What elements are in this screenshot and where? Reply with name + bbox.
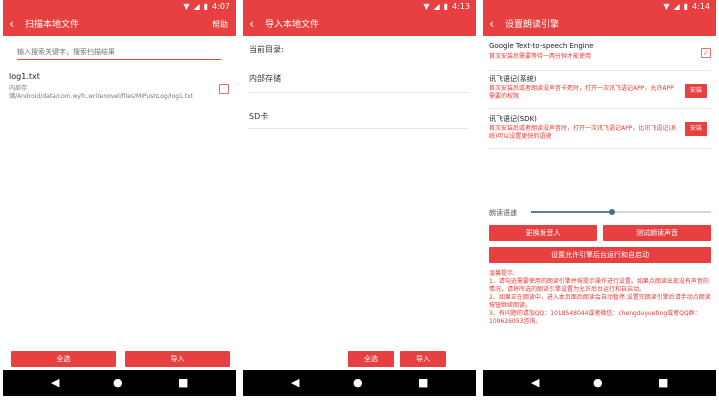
nav-home-icon[interactable]: ● bbox=[593, 376, 603, 389]
back-arrow-icon[interactable]: ‹ bbox=[489, 14, 494, 36]
signal-icon: ◢ bbox=[193, 2, 200, 11]
divider bbox=[489, 70, 711, 71]
navigation-bar: ◀ ● ■ bbox=[483, 370, 716, 396]
engine-title: Google Text-to-speech Engine bbox=[489, 42, 594, 50]
app-bar: ‹ 扫描本地文件 帮助 bbox=[3, 14, 236, 36]
select-all-button[interactable]: 全选 bbox=[11, 351, 116, 367]
current-directory-label: 当前目录: bbox=[249, 45, 284, 54]
screen-scan-local-files: ▼ ◢ ▮ 4:07 ‹ 扫描本地文件 帮助 log1.txt 内部存储/And… bbox=[3, 0, 236, 396]
engine-option-xunfei-sdk[interactable]: 讯飞语记(SDK) 首次安装后或者朗读没声音时，打开一次讯飞语记APP，比讯飞语… bbox=[489, 114, 711, 148]
tips-title: 温馨提示: bbox=[489, 270, 516, 277]
file-name: log1.txt bbox=[9, 72, 40, 81]
divider bbox=[249, 128, 469, 129]
divider bbox=[489, 148, 711, 149]
nav-back-icon[interactable]: ◀ bbox=[531, 376, 539, 389]
test-voice-button[interactable]: 测试朗读声音 bbox=[603, 225, 711, 241]
divider bbox=[249, 92, 469, 93]
engine-description: 首次安装后需要等待一两分钟才能使用 bbox=[489, 53, 592, 60]
nav-recent-icon[interactable]: ■ bbox=[418, 376, 428, 389]
app-bar: ‹ 导入本地文件 bbox=[243, 14, 476, 36]
background-permission-button[interactable]: 设置允许引擎后台运行和自启动 bbox=[489, 247, 711, 263]
slider-thumb[interactable] bbox=[609, 209, 615, 215]
wifi-icon: ▼ bbox=[423, 2, 430, 11]
back-arrow-icon[interactable]: ‹ bbox=[9, 14, 14, 36]
help-button[interactable]: 帮助 bbox=[212, 14, 228, 36]
engine-description: 首次安装后或者朗读没声音卡死时，打开一次讯飞语记APP，允许APP需要的权限 bbox=[489, 85, 674, 100]
nav-home-icon[interactable]: ● bbox=[113, 376, 123, 389]
wifi-icon: ▼ bbox=[183, 2, 190, 11]
app-bar: ‹ 设置朗读引擎 bbox=[483, 14, 716, 36]
list-item-sd-card[interactable]: SD卡 bbox=[249, 104, 469, 126]
tip-2: 2、如果正在朗读中，进入本页面后朗读会自动暂停,设置完朗读引擎后请手动点朗读按钮… bbox=[489, 294, 711, 309]
engine-title: 讯飞语记(SDK) bbox=[489, 115, 537, 123]
tip-1: 1、请勾选需要使用的朗读引擎并按提示操作进行设置。如果点朗读出现没有声音的情况，… bbox=[489, 278, 709, 293]
engine-checkbox[interactable]: ✓ bbox=[701, 48, 711, 58]
file-checkbox[interactable] bbox=[219, 84, 229, 94]
status-time: 4:07 bbox=[212, 2, 230, 11]
file-path: 内部存储/Android/data/com.wyfc.writenovel/fi… bbox=[9, 85, 194, 100]
battery-icon: ▮ bbox=[683, 2, 689, 11]
speed-slider[interactable] bbox=[531, 207, 711, 217]
navigation-bar: ◀ ● ■ bbox=[3, 370, 236, 396]
signal-icon: ◢ bbox=[433, 2, 440, 11]
page-title: 导入本地文件 bbox=[265, 20, 320, 30]
import-button[interactable]: 导入 bbox=[400, 351, 446, 367]
list-item[interactable]: log1.txt 内部存储/Android/data/com.wyfc.writ… bbox=[9, 72, 229, 106]
install-button[interactable]: 安装 bbox=[685, 122, 707, 136]
nav-back-icon[interactable]: ◀ bbox=[51, 376, 59, 389]
engine-title: 讯飞语记(系统) bbox=[489, 75, 537, 83]
search-input[interactable] bbox=[17, 45, 221, 60]
nav-recent-icon[interactable]: ■ bbox=[178, 376, 188, 389]
page-title: 扫描本地文件 bbox=[25, 20, 80, 30]
status-time: 4:13 bbox=[452, 2, 470, 11]
status-bar: ▼ ◢ ▮ 4:13 bbox=[243, 0, 476, 14]
navigation-bar: ◀ ● ■ bbox=[243, 370, 476, 396]
list-item-internal-storage[interactable]: 内部存储 bbox=[249, 66, 469, 88]
status-bar: ▼ ◢ ▮ 4:14 bbox=[483, 0, 716, 14]
nav-recent-icon[interactable]: ■ bbox=[658, 376, 668, 389]
import-button[interactable]: 导入 bbox=[125, 351, 230, 367]
change-voice-button[interactable]: 更换发音人 bbox=[489, 225, 597, 241]
status-bar: ▼ ◢ ▮ 4:07 bbox=[3, 0, 236, 14]
battery-icon: ▮ bbox=[443, 2, 449, 11]
screen-import-local-files: ▼ ◢ ▮ 4:13 ‹ 导入本地文件 当前目录: 内部存储 SD卡 全选 导入… bbox=[243, 0, 476, 396]
tips-block: 温馨提示: 1、请勾选需要使用的朗读引擎并按提示操作进行设置。如果点朗读出现没有… bbox=[489, 270, 711, 326]
slider-fill bbox=[531, 211, 612, 213]
nav-back-icon[interactable]: ◀ bbox=[291, 376, 299, 389]
folder-name: 内部存储 bbox=[249, 74, 281, 83]
nav-home-icon[interactable]: ● bbox=[353, 376, 363, 389]
select-all-button[interactable]: 全选 bbox=[348, 351, 394, 367]
status-time: 4:14 bbox=[692, 2, 710, 11]
battery-icon: ▮ bbox=[203, 2, 209, 11]
engine-description: 首次安装后或者朗读没声音时，打开一次讯飞语记APP，比讯飞语记(系统)可以设置更… bbox=[489, 125, 677, 140]
wifi-icon: ▼ bbox=[663, 2, 670, 11]
divider bbox=[489, 108, 711, 109]
back-arrow-icon[interactable]: ‹ bbox=[249, 14, 254, 36]
signal-icon: ◢ bbox=[673, 2, 680, 11]
speed-label: 朗读语速 bbox=[489, 209, 517, 217]
page-title: 设置朗读引擎 bbox=[505, 20, 560, 30]
install-button[interactable]: 安装 bbox=[685, 84, 707, 98]
folder-name: SD卡 bbox=[249, 112, 269, 121]
tip-3: 3、有问题的请加QQ：1018548044或者微信：chengduyueting… bbox=[489, 310, 701, 325]
engine-option-google[interactable]: Google Text-to-speech Engine 首次安装后需要等待一两… bbox=[489, 42, 711, 68]
engine-option-xunfei-system[interactable]: 讯飞语记(系统) 首次安装后或者朗读没声音卡死时，打开一次讯飞语记APP，允许A… bbox=[489, 74, 711, 108]
screen-tts-engine-settings: ▼ ◢ ▮ 4:14 ‹ 设置朗读引擎 Google Text-to-speec… bbox=[483, 0, 716, 396]
